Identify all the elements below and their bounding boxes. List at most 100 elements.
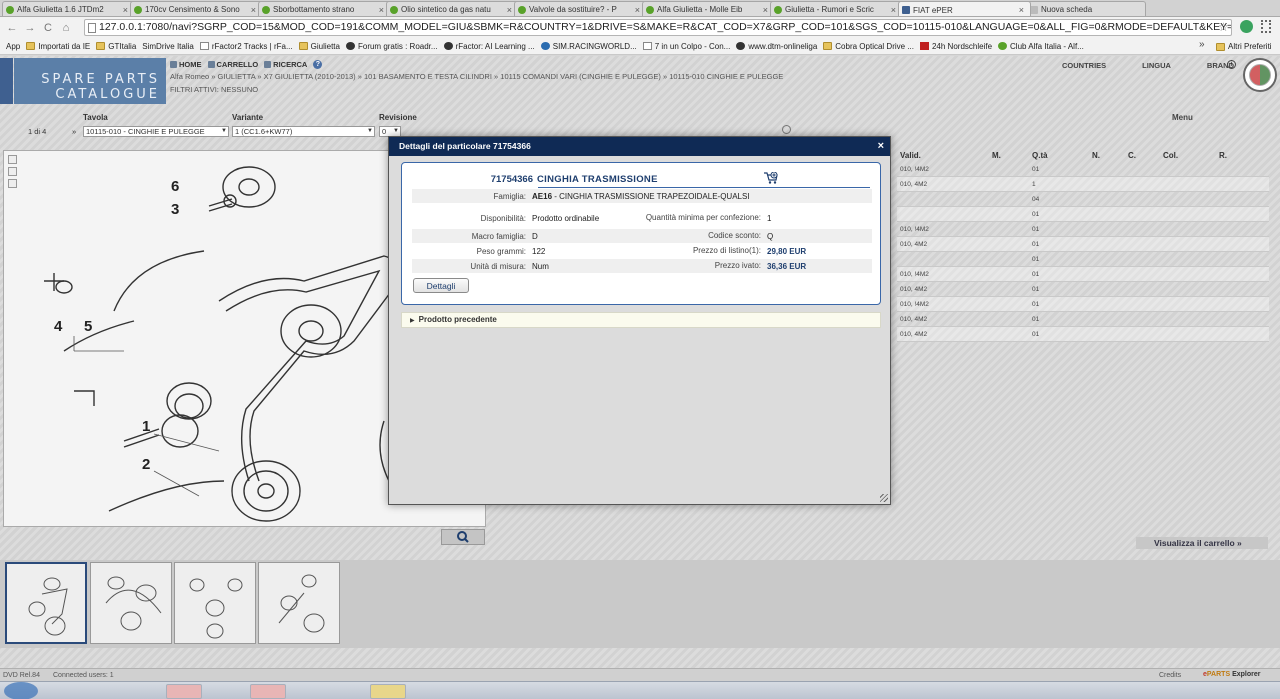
bookmark-item[interactable]: rFactor2 Tracks | rFa... <box>199 42 293 51</box>
thumbnail-4[interactable] <box>258 562 340 644</box>
countries-menu[interactable]: COUNTRIES <box>1062 61 1106 70</box>
previous-product-toggle[interactable]: ▶ Prodotto precedente <box>401 312 881 328</box>
callout-5[interactable]: 5 <box>84 318 92 335</box>
pager-next-arrow-icon[interactable]: » <box>72 127 76 136</box>
other-bookmarks[interactable]: Altri Preferiti <box>1216 42 1272 51</box>
info-icon[interactable]: i <box>1227 60 1236 69</box>
bookmark-item[interactable]: 24h Nordschleife <box>919 42 992 51</box>
tab-close-icon[interactable]: × <box>379 5 384 15</box>
reload-icon[interactable]: C <box>40 20 56 36</box>
part-code: 71754366 <box>490 173 533 185</box>
breadcrumb[interactable]: Alfa Romeo » GIULIETTA » X7 GIULIETTA (2… <box>170 72 783 81</box>
start-button-icon[interactable] <box>4 682 38 699</box>
browser-toolbar: ← → C ⌂ 127.0.0.1:7080/navi?SGRP_COD=15&… <box>0 17 1280 38</box>
tab-170cv[interactable]: 170cv Censimento & Sono × <box>130 1 263 16</box>
bookmark-item[interactable]: GTItalia <box>96 42 136 51</box>
list-price: 29,80 EUR <box>767 246 807 256</box>
tab-olio-sintetico[interactable]: Olio sintetico da gas natu × <box>386 1 519 16</box>
bookmark-item[interactable]: rFactor: AI Learning ... <box>443 42 535 51</box>
forward-arrow-icon[interactable]: → <box>22 20 38 36</box>
forum-favicon-icon <box>134 6 142 14</box>
back-arrow-icon[interactable]: ← <box>4 20 20 36</box>
tab-rumori[interactable]: Giulietta - Rumori e Scric × <box>770 1 903 16</box>
menu-cart[interactable]: CARRELLO <box>207 60 258 69</box>
active-filters: FILTRI ATTIVI: NESSUNO <box>170 85 259 94</box>
table-row[interactable]: 04 <box>897 192 1269 207</box>
table-row[interactable]: 010, 4M2 01 <box>897 327 1269 342</box>
credits-link[interactable]: Credits <box>1159 672 1181 679</box>
bookmark-item[interactable]: Importati da IE <box>26 42 90 51</box>
lingua-menu[interactable]: LINGUA <box>1142 61 1171 70</box>
bookmark-item[interactable]: 7 in un Colpo - Con... <box>642 42 730 51</box>
zoom-button[interactable] <box>441 529 485 545</box>
tavola-select[interactable]: 10115-010 - CINGHIE E PULEGGE ▼ <box>83 126 229 137</box>
tab-sborbottamento[interactable]: Sborbottamento strano × <box>258 1 391 16</box>
resize-handle-icon[interactable] <box>880 494 888 502</box>
table-row[interactable]: 01 <box>897 207 1269 222</box>
tab-close-icon[interactable]: × <box>251 5 256 15</box>
forum-favicon-icon <box>262 6 270 14</box>
table-row[interactable]: 010, 4M2 01 <box>897 312 1269 327</box>
table-row[interactable]: 010, 4M2 01 <box>897 237 1269 252</box>
table-row[interactable]: 010, !4M2 01 <box>897 297 1269 312</box>
tab-close-icon[interactable]: × <box>635 5 640 15</box>
variante-select[interactable]: 1 (CC1.6+KW77) ▼ <box>232 126 375 137</box>
help-icon[interactable]: ? <box>313 59 323 69</box>
tab-fiat-eper[interactable]: FIAT ePER × <box>898 1 1031 16</box>
address-bar[interactable]: 127.0.0.1:7080/navi?SGRP_COD=15&MOD_COD=… <box>84 19 1232 36</box>
table-row[interactable]: 010, !4M2 01 <box>897 162 1269 177</box>
tab-close-icon[interactable]: × <box>763 5 768 15</box>
table-row[interactable]: 01 <box>897 252 1269 267</box>
bookmark-item[interactable]: Club Alfa Italia - Alf... <box>998 42 1084 51</box>
callout-2[interactable]: 2 <box>142 456 150 473</box>
close-icon[interactable]: × <box>878 137 884 156</box>
table-row[interactable]: 010, !4M2 01 <box>897 222 1269 237</box>
thumbnail-3[interactable] <box>174 562 256 644</box>
table-row[interactable]: 010, 4M2 1 <box>897 177 1269 192</box>
callout-1[interactable]: 1 <box>142 418 150 435</box>
taskbar-item[interactable] <box>370 684 406 699</box>
extension-icon[interactable] <box>1240 20 1253 33</box>
tab-alfa-giulietta[interactable]: Alfa Giulietta 1.6 JTDm2 × <box>2 1 135 16</box>
tab-close-icon[interactable]: × <box>507 5 512 15</box>
callout-4[interactable]: 4 <box>54 318 63 335</box>
tab-close-icon[interactable]: × <box>891 5 896 15</box>
taskbar-item[interactable] <box>166 684 202 699</box>
callout-3[interactable]: 3 <box>171 201 179 218</box>
bookmark-item[interactable]: App <box>6 42 906 138</box>
famiglia-code: AE16 <box>532 191 553 201</box>
chrome-menu-icon[interactable] <box>1261 20 1271 33</box>
table-row[interactable]: 010, !4M2 01 <box>897 267 1269 282</box>
detail-row: Unità di misura: Num Prezzo ivato: 36,36… <box>412 259 872 273</box>
callout-6[interactable]: 6 <box>171 178 179 195</box>
top-menu: HOME CARRELLO RICERCA ? <box>170 59 323 69</box>
home-icon[interactable]: ⌂ <box>58 20 74 36</box>
tab-close-icon[interactable]: × <box>123 5 128 15</box>
tab-close-icon[interactable]: × <box>1019 5 1024 15</box>
tab-molle-eibach[interactable]: Alfa Giulietta - Molle Eib × <box>642 1 775 16</box>
view-cart-link[interactable]: Visualizza il carrello » <box>1136 537 1268 549</box>
add-to-cart-icon[interactable] <box>764 172 778 184</box>
bookmark-item[interactable]: Forum gratis : Roadr... <box>345 42 438 51</box>
bookmark-item[interactable]: Cobra Optical Drive ... <box>823 42 914 51</box>
bookmark-item[interactable]: SimDrive Italia <box>142 42 906 138</box>
thumbnail-2[interactable] <box>90 562 172 644</box>
dettagli-button[interactable]: Dettagli <box>413 278 469 293</box>
bookmarks-overflow-button[interactable]: » <box>1199 39 1205 50</box>
menu-home[interactable]: HOME <box>170 60 202 69</box>
tab-nuova-scheda[interactable]: Nuova scheda <box>1026 1 1146 16</box>
dropdown-arrow-icon: ▼ <box>221 128 227 134</box>
settings-icon[interactable] <box>782 125 791 134</box>
bookmark-star-icon[interactable]: ☆ <box>1218 20 1229 34</box>
tab-valvole[interactable]: Valvole da sostituire? - P × <box>514 1 647 16</box>
taskbar-item[interactable] <box>250 684 286 699</box>
detail-row: Peso grammi: 122 Prezzo di listino(1): 2… <box>476 246 807 256</box>
thumbnail-1[interactable] <box>5 562 87 644</box>
table-row[interactable]: 010, 4M2 01 <box>897 282 1269 297</box>
bookmark-item[interactable]: www.dtm-onlineliga <box>736 42 817 51</box>
bookmark-item[interactable]: Giulietta <box>298 42 340 51</box>
folder-icon <box>298 42 308 50</box>
menu-search[interactable]: RICERCA <box>264 60 307 69</box>
dialog-titlebar[interactable]: Dettagli del particolare 71754366 × <box>389 137 890 156</box>
bookmark-item[interactable]: SIM.RACINGWORLD... <box>540 42 637 51</box>
